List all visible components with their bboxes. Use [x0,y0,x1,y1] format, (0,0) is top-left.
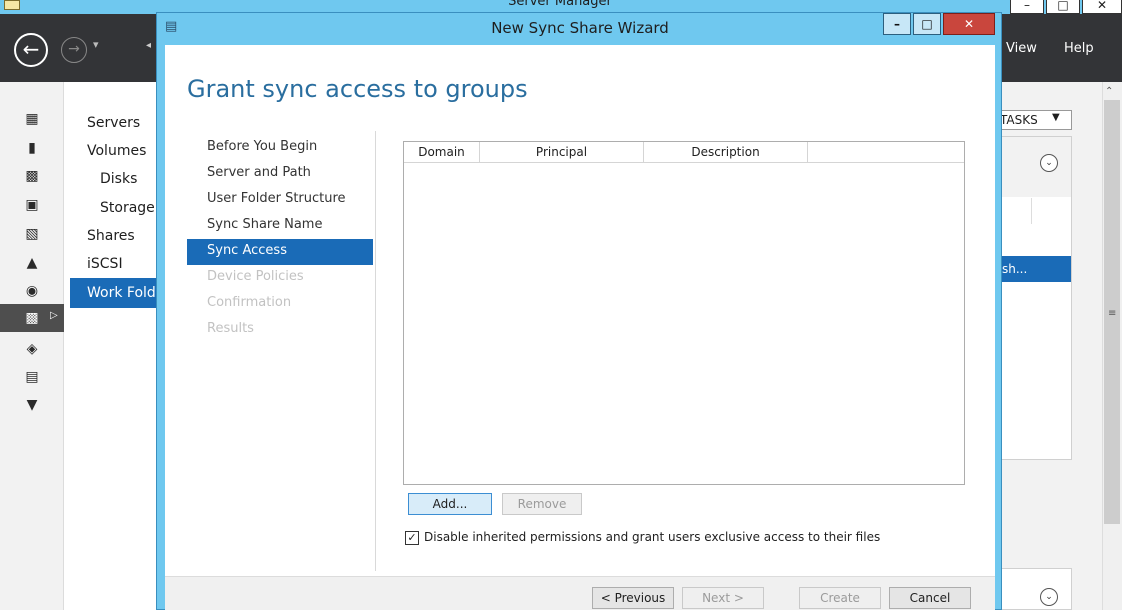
remote-access-icon[interactable]: ◈ [22,340,42,358]
cancel-button[interactable]: Cancel [889,587,971,609]
collapse-chevron-icon[interactable]: ⌄ [1040,154,1058,172]
next-button[interactable]: Next > [682,587,764,609]
close-button[interactable]: ✕ [1082,0,1122,14]
local-server-icon[interactable]: ▮ [22,139,42,157]
breadcrumb-left-icon: ◂ [146,40,152,51]
secondary-panel-chevron-icon[interactable]: ⌄ [1040,588,1058,606]
steps-divider [375,131,376,571]
access-groups-grid[interactable]: Domain Principal Description [403,141,965,485]
wizard-title: New Sync Share Wizard [491,19,669,37]
sidebar-expand-arrow-icon[interactable]: ▷ [50,310,58,321]
forward-arrow-icon[interactable]: → [61,37,87,63]
print-services-icon[interactable]: ◉ [22,282,42,300]
ad-ds-icon[interactable]: ▣ [22,196,42,214]
back-arrow-icon[interactable]: ← [14,33,48,67]
server-manager-window-buttons: – □ ✕ [1008,0,1122,14]
minimize-button[interactable]: – [1010,0,1044,14]
step-before-you-begin[interactable]: Before You Begin [187,135,373,161]
selected-share-row[interactable]: sh... [998,256,1071,282]
wsus-icon[interactable]: ▤ [22,368,42,386]
column-header-domain[interactable]: Domain [404,142,480,162]
step-confirmation: Confirmation [207,295,292,310]
iis-icon[interactable]: ▲ [22,254,42,272]
step-sync-access[interactable]: Sync Access [187,239,373,265]
wizard-minimize-button[interactable]: – [883,13,911,35]
column-header-description[interactable]: Description [644,142,808,162]
step-device-policies: Device Policies [207,269,304,284]
maximize-button[interactable]: □ [1046,0,1080,14]
dashboard-icon[interactable]: ▦ [22,110,42,128]
subnav-item-volumes[interactable]: Volumes [87,143,146,159]
tasks-dropdown[interactable]: TASKS [998,110,1072,130]
step-sync-share-name[interactable]: Sync Share Name [187,213,373,239]
history-dropdown-icon[interactable]: ▾ [93,38,99,51]
disable-inheritance-checkbox[interactable]: ✓ [405,531,419,545]
scrollbar-grip-icon: ≡ [1108,308,1117,319]
step-user-folder-structure[interactable]: User Folder Structure [187,187,373,213]
disable-inheritance-label[interactable]: Disable inherited permissions and grant … [424,530,880,544]
hyper-v-icon[interactable]: ▼ [22,396,42,414]
add-button[interactable]: Add... [408,493,492,515]
subnav-item-servers[interactable]: Servers [87,115,140,131]
menu-help[interactable]: Help [1064,41,1094,56]
menu-view[interactable]: View [1006,41,1037,56]
step-results: Results [207,321,254,336]
wizard-steps-list: Before You Begin Server and Path User Fo… [187,135,373,343]
previous-button[interactable]: < Previous [592,587,674,609]
server-manager-title: Server Manager [508,0,612,9]
file-services-icon[interactable]: ▧ [22,225,42,243]
subnav-item-iscsi[interactable]: iSCSI [87,256,123,272]
wizard-maximize-button[interactable]: □ [913,13,941,35]
column-divider [1031,198,1032,224]
file-storage-icon[interactable]: ▩ [22,309,42,327]
all-servers-icon[interactable]: ▩ [22,167,42,185]
wizard-client-area: Grant sync access to groups Before You B… [165,45,995,610]
step-server-and-path[interactable]: Server and Path [187,161,373,187]
remove-button[interactable]: Remove [502,493,582,515]
column-header-principal[interactable]: Principal [480,142,644,162]
subnav-item-storage[interactable]: Storage [100,200,155,216]
server-manager-app-icon [4,0,20,10]
subnav-item-disks[interactable]: Disks [100,171,137,187]
secondary-panel [998,568,1072,610]
new-sync-share-wizard: ▤ New Sync Share Wizard – □ ✕ Grant sync… [156,12,1002,610]
create-button[interactable]: Create [799,587,881,609]
wizard-close-button[interactable]: ✕ [943,13,995,35]
tasks-dropdown-arrow-icon[interactable]: ▼ [1052,112,1060,123]
grid-header: Domain Principal Description [404,142,964,163]
work-folders-panel-header [998,137,1071,197]
scroll-up-arrow-icon[interactable]: ⌃ [1105,86,1113,97]
subnav-item-shares[interactable]: Shares [87,228,135,244]
subnav-item-work-folders[interactable]: Work Fold [87,285,156,301]
page-title: Grant sync access to groups [187,75,528,103]
server-manager-subnav [64,82,164,610]
